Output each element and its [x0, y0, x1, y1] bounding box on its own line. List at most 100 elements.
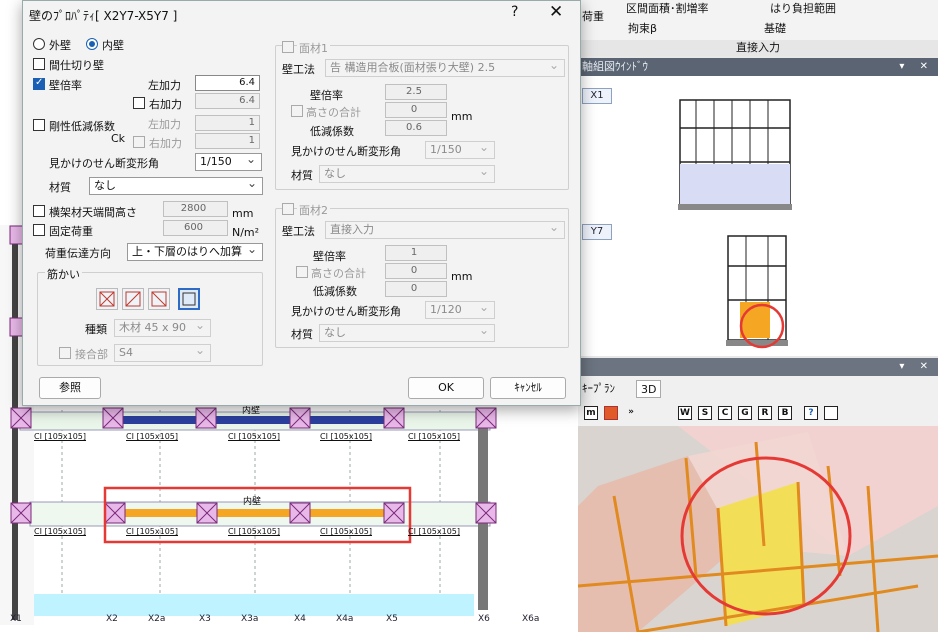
wall-label-mid: 内壁 — [243, 497, 262, 507]
fixed-load-input[interactable]: 600 — [163, 220, 228, 236]
panel2-height-checkbox[interactable] — [296, 266, 308, 278]
pane-controls-icon[interactable]: ▾ ✕ — [899, 58, 934, 76]
beam-label: CI [105x105] — [228, 432, 281, 441]
beam-height-input[interactable]: 2800 — [163, 201, 228, 217]
brace-left-icon — [151, 291, 167, 307]
pane-controls-icon[interactable]: ▾ ✕ — [899, 358, 934, 376]
left-force-input[interactable]: 6.4 — [195, 75, 260, 91]
grid-label[interactable]: X1 — [10, 614, 22, 624]
tab-3d[interactable]: 3D — [636, 380, 662, 398]
brace-kind-select[interactable]: 木材 45 x 90 — [114, 319, 211, 337]
toolbar-g-icon[interactable]: G — [738, 406, 752, 420]
joint-select[interactable]: S4 — [114, 344, 211, 362]
ok-button[interactable]: OK — [408, 377, 484, 399]
ribbon-restraint[interactable]: 拘束β — [628, 20, 657, 36]
panel2-method-select[interactable]: 直接入力 — [325, 221, 565, 239]
toolbar-more-icon[interactable]: » — [624, 406, 638, 420]
wall-property-dialog[interactable]: 壁のﾌﾟﾛﾊﾟﾃｨ[ X2Y7-X5Y7 ] ? ✕ 外壁 内壁 間仕切り壁 壁… — [22, 0, 581, 406]
toolbar-window-icon[interactable] — [824, 406, 838, 420]
cancel-button[interactable]: ｷｬﾝｾﾙ — [490, 377, 566, 399]
grid-label[interactable]: X6 — [478, 614, 490, 624]
panel2-angle-select[interactable]: 1/120 — [425, 301, 495, 319]
beam-label: CI [105x105] — [126, 527, 179, 536]
grid-label[interactable]: X3a — [241, 614, 258, 624]
grid-label[interactable]: X4 — [294, 614, 306, 624]
panel1-material-select[interactable]: なし — [319, 165, 495, 183]
panel1-ratio-input[interactable]: 2.5 — [385, 84, 447, 100]
material-select[interactable]: なし — [89, 177, 263, 195]
toolbar-axis-icon[interactable] — [648, 406, 662, 420]
view-3d-window[interactable]: ▾ ✕ ｷｰﾌﾟﾗﾝ 3D m » W S C G R B ? — [578, 358, 938, 632]
stiffness-checkbox[interactable] — [33, 119, 45, 131]
right-force-checkbox[interactable] — [133, 97, 145, 109]
help-icon[interactable]: ? — [511, 4, 518, 20]
toolbar-c-icon[interactable]: C — [718, 406, 732, 420]
grid-label[interactable]: X5 — [386, 614, 398, 624]
outer-wall-radio[interactable] — [33, 38, 45, 50]
inner-wall-radio[interactable] — [86, 38, 98, 50]
wall-ratio-checkbox[interactable] — [33, 77, 45, 90]
toolbar-help-icon[interactable]: ? — [804, 406, 818, 420]
panel1-height-checkbox[interactable] — [291, 105, 303, 117]
panel1-method-label: 壁工法 — [282, 63, 315, 76]
partition-label: 間仕切り壁 — [49, 59, 104, 72]
toolbar-b-icon[interactable]: B — [778, 406, 792, 420]
joint-checkbox[interactable] — [59, 347, 71, 359]
panel1-height-input[interactable]: 0 — [385, 102, 447, 118]
toolbar-w-icon[interactable]: W — [678, 406, 692, 420]
ck-left-input[interactable]: 1 — [195, 115, 260, 131]
brace-kind-label: 種類 — [85, 323, 107, 336]
panel1-checkbox[interactable] — [282, 41, 294, 53]
grid-label[interactable]: X2 — [106, 614, 118, 624]
left-force-label: 左加力 — [148, 79, 181, 92]
grid-label[interactable]: X3 — [199, 614, 211, 624]
grid-label[interactable]: X2a — [148, 614, 165, 624]
ck-right-input[interactable]: 1 — [195, 133, 260, 149]
panel2-reduction-input[interactable]: 0 — [385, 281, 447, 297]
panel2-material-select[interactable]: なし — [319, 324, 495, 342]
panel2-height-label: 高さの合計 — [311, 267, 366, 280]
panel1-unit: mm — [451, 110, 473, 123]
fixed-load-checkbox[interactable] — [33, 224, 45, 236]
ribbon-beam-range[interactable]: はり負担範囲 — [770, 0, 836, 16]
ribbon-fragment[interactable]: 荷重 — [582, 8, 604, 24]
panel2-angle-label: 見かけのせん断変形角 — [291, 305, 401, 318]
panel1-reduction-input[interactable]: 0.6 — [385, 120, 447, 136]
ribbon-foundation[interactable]: 基礎 — [764, 20, 786, 36]
panel2-ratio-input[interactable]: 1 — [385, 245, 447, 261]
brace-none-button[interactable] — [178, 288, 200, 310]
tab-keyplan[interactable]: ｷｰﾌﾟﾗﾝ — [578, 380, 619, 398]
brace-right-button[interactable] — [122, 288, 144, 310]
beam-label: CI [105x105] — [34, 527, 87, 536]
ribbon: 荷重 区間面積･割増率 はり負担範囲 拘束β 基礎 直接入力 — [578, 0, 938, 56]
shear-angle-select[interactable]: 1/150 — [195, 153, 262, 171]
panel1-title: 面材1 — [297, 40, 330, 56]
load-transfer-select[interactable]: 上・下層のはりへ加算 — [127, 243, 263, 261]
stiffness-label: 剛性低減係数 — [49, 120, 115, 133]
beam-height-checkbox[interactable] — [33, 205, 45, 217]
view-3d-render — [578, 426, 938, 632]
grid-label[interactable]: X6a — [522, 614, 539, 624]
brace-cross-button[interactable] — [96, 288, 118, 310]
partition-checkbox[interactable] — [33, 58, 45, 70]
panel2-checkbox[interactable] — [282, 203, 294, 215]
panel1-angle-select[interactable]: 1/150 — [425, 141, 495, 159]
beam-label: CI [105x105] — [408, 432, 461, 441]
close-icon[interactable]: ✕ — [549, 2, 563, 22]
beam-height-unit: mm — [232, 207, 254, 220]
grid-label[interactable]: X4a — [336, 614, 353, 624]
toolbar-m-icon[interactable]: m — [584, 406, 598, 420]
ck-right-checkbox[interactable] — [133, 136, 145, 148]
reference-button[interactable]: 参照 — [39, 377, 101, 399]
ribbon-area-ratio[interactable]: 区間面積･割増率 — [626, 0, 709, 16]
load-transfer-label: 荷重伝達方向 — [45, 247, 111, 260]
toolbar-r-icon[interactable]: R — [758, 406, 772, 420]
elevation-window[interactable]: 軸組図ｳｲﾝﾄﾞｳ ▾ ✕ X1 Y7 — [578, 58, 938, 356]
panel2-height-input[interactable]: 0 — [385, 263, 447, 279]
toolbar-s-icon[interactable]: S — [698, 406, 712, 420]
brace-left-button[interactable] — [148, 288, 170, 310]
toolbar-color-icon[interactable] — [604, 406, 618, 420]
panel1-method-select[interactable]: 告 構造用合板(面材張り大壁) 2.5 — [325, 59, 565, 77]
right-force-input[interactable]: 6.4 — [195, 93, 260, 109]
view-3d-title-bar: ▾ ✕ — [578, 358, 938, 376]
